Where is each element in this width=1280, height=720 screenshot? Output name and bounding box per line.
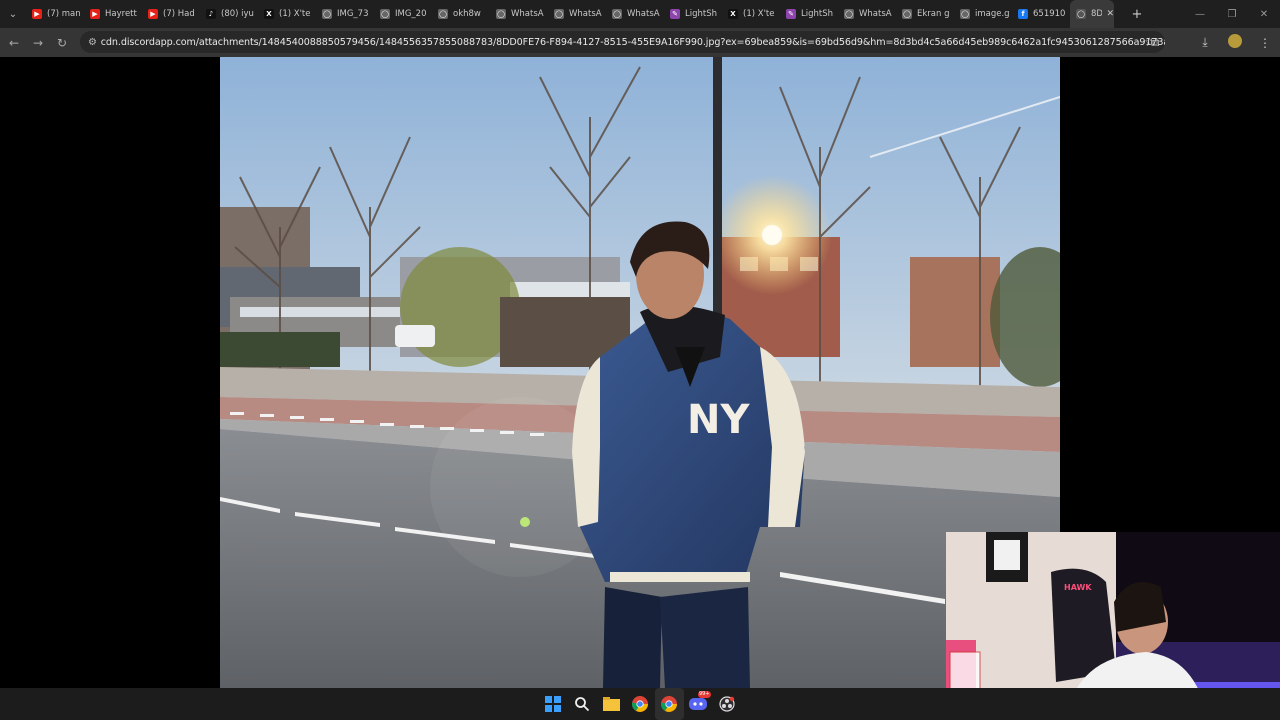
chrome-active-icon[interactable] xyxy=(654,688,684,720)
forward-icon[interactable]: → xyxy=(26,28,50,57)
maximize-icon[interactable]: ❐ xyxy=(1216,0,1248,28)
globe-icon: ◯ xyxy=(960,9,970,19)
x-icon: X xyxy=(728,9,738,19)
tab[interactable]: ✎ LightSh xyxy=(780,0,838,28)
url-text[interactable]: cdn.discordapp.com/attachments/148454008… xyxy=(101,37,1165,48)
tab-title: (1) X'te xyxy=(279,9,311,19)
tab[interactable]: f 651910 xyxy=(1012,0,1070,28)
tab[interactable]: ◯ IMG_73 xyxy=(316,0,374,28)
youtube-icon: ▶ xyxy=(32,9,42,19)
globe-icon: ◯ xyxy=(612,9,622,19)
tab-title: 651910 xyxy=(1033,9,1066,19)
tab[interactable]: ♪ (80) iyu xyxy=(200,0,258,28)
chrome-icon[interactable] xyxy=(626,688,655,720)
tab-title: Ekran g xyxy=(917,9,950,19)
tab-title: WhatsA xyxy=(627,9,660,19)
tab-title: WhatsA xyxy=(511,9,544,19)
file-explorer-icon[interactable] xyxy=(597,688,626,720)
jacket-letters: NY xyxy=(687,397,750,443)
window-controls: — ❐ ✕ xyxy=(1184,0,1280,28)
tab[interactable]: ◯ WhatsA xyxy=(490,0,548,28)
close-window-icon[interactable]: ✕ xyxy=(1248,0,1280,28)
search-icon[interactable] xyxy=(568,688,597,720)
facebook-icon: f xyxy=(1018,9,1028,19)
globe-icon: ◯ xyxy=(1076,9,1086,19)
tab[interactable]: ◯ okh8w xyxy=(432,0,490,28)
obs-icon[interactable] xyxy=(713,688,742,720)
tab[interactable]: X (1) X'te xyxy=(258,0,316,28)
toolbar-right: ⧉ ⤓ ⋮ xyxy=(1140,28,1280,57)
tab-title: IMG_73 xyxy=(337,9,369,19)
tab-title: LightSh xyxy=(801,9,833,19)
discord-icon[interactable]: 99+ xyxy=(684,688,713,720)
tab[interactable]: ◯ IMG_20 xyxy=(374,0,432,28)
tab-list: ▶ (7) man ▶ Hayrett ▶ (7) Had ♪ (80) iyu X (1) X'… xyxy=(26,0,1070,28)
globe-icon: ◯ xyxy=(902,9,912,19)
tab-title: WhatsA xyxy=(859,9,892,19)
tab-title: Hayrett xyxy=(105,9,137,19)
tab[interactable]: ◯ WhatsA xyxy=(606,0,664,28)
globe-icon: ◯ xyxy=(438,9,448,19)
tab[interactable]: ▶ Hayrett xyxy=(84,0,142,28)
close-tab-icon[interactable]: ✕ xyxy=(1106,9,1114,19)
profile-avatar[interactable] xyxy=(1220,34,1250,51)
menu-dots-icon[interactable]: ⋮ xyxy=(1250,36,1280,50)
tab-title: LightSh xyxy=(685,9,717,19)
address-bar[interactable]: ⚙ cdn.discordapp.com/attachments/1484540… xyxy=(80,31,1165,53)
extensions-icon[interactable]: ⧉ xyxy=(1140,35,1170,50)
tab-active[interactable]: ◯ 8D ✕ xyxy=(1070,0,1114,28)
new-tab-button[interactable]: + xyxy=(1128,7,1146,22)
globe-icon: ◯ xyxy=(844,9,854,19)
tab-title: IMG_20 xyxy=(395,9,427,19)
tab-title: okh8w xyxy=(453,9,481,19)
youtube-icon: ▶ xyxy=(90,9,100,19)
tab-title: (7) man xyxy=(47,9,81,19)
reload-icon[interactable]: ↻ xyxy=(50,28,74,57)
lightshot-icon: ✎ xyxy=(786,9,796,19)
tab-title: (80) iyu xyxy=(221,9,254,19)
globe-icon: ◯ xyxy=(322,9,332,19)
chair-logo-text: HAWK xyxy=(1064,583,1092,592)
tab[interactable]: ◯ WhatsA xyxy=(548,0,606,28)
tab[interactable]: ◯ Ekran g xyxy=(896,0,954,28)
tab-title: (7) Had xyxy=(163,9,195,19)
photo-scene: NY xyxy=(220,57,1060,688)
tab-title: WhatsA xyxy=(569,9,602,19)
windows-start-icon[interactable] xyxy=(539,688,568,720)
tab-title: image.g xyxy=(975,9,1010,19)
displayed-photo[interactable]: NY xyxy=(220,57,1060,688)
minimize-icon[interactable]: — xyxy=(1184,0,1216,28)
back-icon[interactable]: ← xyxy=(2,28,26,57)
downloads-icon[interactable]: ⤓ xyxy=(1190,35,1220,50)
tab[interactable]: X (1) X'te xyxy=(722,0,780,28)
globe-icon: ◯ xyxy=(380,9,390,19)
tab[interactable]: ◯ WhatsA xyxy=(838,0,896,28)
x-icon: X xyxy=(264,9,274,19)
youtube-icon: ▶ xyxy=(148,9,158,19)
globe-icon: ◯ xyxy=(496,9,506,19)
tab-search-icon[interactable]: ⌄ xyxy=(0,0,26,28)
tab[interactable]: ▶ (7) man xyxy=(26,0,84,28)
tab[interactable]: ◯ image.g xyxy=(954,0,1012,28)
tab-strip: ⌄ ▶ (7) man ▶ Hayrett ▶ (7) Had ♪ (80) iyu X (1) … xyxy=(0,0,1280,28)
tiktok-icon: ♪ xyxy=(206,9,216,19)
discord-badge: 99+ xyxy=(697,691,711,698)
tab[interactable]: ▶ (7) Had xyxy=(142,0,200,28)
globe-icon: ◯ xyxy=(554,9,564,19)
tab-title: (1) X'te xyxy=(743,9,775,19)
lightshot-icon: ✎ xyxy=(670,9,680,19)
tab[interactable]: ✎ LightSh xyxy=(664,0,722,28)
taskbar: 99+ xyxy=(0,688,1280,720)
site-info-icon[interactable]: ⚙ xyxy=(88,37,101,48)
